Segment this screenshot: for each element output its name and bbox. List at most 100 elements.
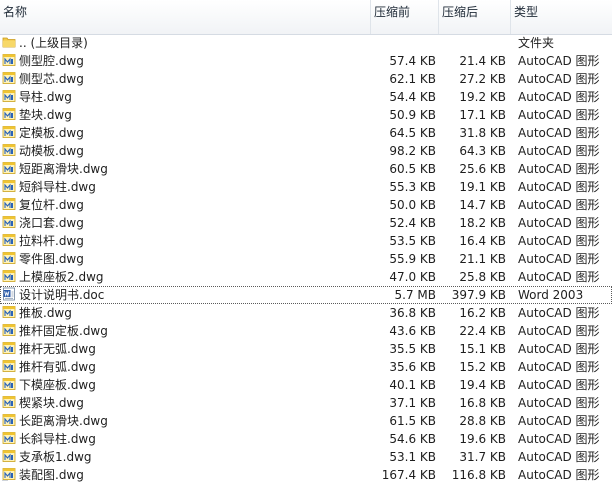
file-row[interactable]: 动模板.dwg 98.2 KB 64.3 KB AutoCAD 图形 bbox=[0, 142, 612, 160]
dwg-file-icon bbox=[2, 251, 16, 265]
column-header-type[interactable]: 类型 bbox=[510, 0, 612, 34]
file-name: 推杆固定板.dwg bbox=[19, 324, 108, 338]
size-after-cell: 28.8 KB bbox=[459, 414, 506, 428]
file-row[interactable]: 垫块.dwg 50.9 KB 17.1 KB AutoCAD 图形 bbox=[0, 106, 612, 124]
size-after-cell: 31.8 KB bbox=[459, 126, 506, 140]
file-type-cell: AutoCAD 图形 bbox=[518, 468, 600, 482]
size-after-cell: 19.2 KB bbox=[459, 90, 506, 104]
file-name: 推杆有弧.dwg bbox=[19, 360, 96, 374]
file-name-cell: 动模板.dwg bbox=[2, 142, 368, 160]
column-header-name[interactable]: 名称 bbox=[0, 0, 370, 34]
file-type-cell: 文件夹 bbox=[518, 36, 555, 50]
file-name-cell: 短斜导柱.dwg bbox=[2, 178, 368, 196]
file-name-cell: 楔紧块.dwg bbox=[2, 394, 368, 412]
file-row[interactable]: 支承板1.dwg 53.1 KB 31.7 KB AutoCAD 图形 bbox=[0, 448, 612, 466]
file-type-cell: AutoCAD 图形 bbox=[518, 180, 600, 194]
column-header-size-before[interactable]: 压缩前 bbox=[370, 0, 438, 34]
file-type-cell: Word 2003 bbox=[518, 288, 584, 302]
file-type-cell: AutoCAD 图形 bbox=[518, 414, 600, 428]
file-name-cell: 侧型芯.dwg bbox=[2, 70, 368, 88]
file-name-cell: 推板.dwg bbox=[2, 304, 368, 322]
dwg-file-icon bbox=[2, 305, 16, 319]
size-after-cell: 25.6 KB bbox=[459, 162, 506, 176]
file-type-cell: AutoCAD 图形 bbox=[518, 342, 600, 356]
file-row[interactable]: 推杆有弧.dwg 35.6 KB 15.2 KB AutoCAD 图形 bbox=[0, 358, 612, 376]
file-row[interactable]: 上模座板2.dwg 47.0 KB 25.8 KB AutoCAD 图形 bbox=[0, 268, 612, 286]
dwg-file-icon bbox=[2, 413, 16, 427]
size-before-cell: 47.0 KB bbox=[389, 270, 436, 284]
size-before-cell: 57.4 KB bbox=[389, 54, 436, 68]
dwg-file-icon bbox=[2, 161, 16, 175]
file-row[interactable]: 推杆无弧.dwg 35.5 KB 15.1 KB AutoCAD 图形 bbox=[0, 340, 612, 358]
size-before-cell: 167.4 KB bbox=[381, 468, 436, 482]
size-after-cell: 31.7 KB bbox=[459, 450, 506, 464]
file-row[interactable]: 长斜导柱.dwg 54.6 KB 19.6 KB AutoCAD 图形 bbox=[0, 430, 612, 448]
size-after-cell: 19.1 KB bbox=[459, 180, 506, 194]
size-before-cell: 61.5 KB bbox=[389, 414, 436, 428]
file-type-cell: AutoCAD 图形 bbox=[518, 252, 600, 266]
column-header-size-after[interactable]: 压缩后 bbox=[438, 0, 510, 34]
file-name: 上模座板2.dwg bbox=[19, 270, 104, 284]
file-type-cell: AutoCAD 图形 bbox=[518, 378, 600, 392]
file-name-cell: 推杆固定板.dwg bbox=[2, 322, 368, 340]
file-name: 侧型腔.dwg bbox=[19, 54, 84, 68]
word-file-icon bbox=[2, 287, 16, 301]
file-row[interactable]: 短斜导柱.dwg 55.3 KB 19.1 KB AutoCAD 图形 bbox=[0, 178, 612, 196]
file-name: 楔紧块.dwg bbox=[19, 396, 84, 410]
file-type-cell: AutoCAD 图形 bbox=[518, 306, 600, 320]
file-row[interactable]: 长距离滑块.dwg 61.5 KB 28.8 KB AutoCAD 图形 bbox=[0, 412, 612, 430]
file-type-cell: AutoCAD 图形 bbox=[518, 360, 600, 374]
size-after-cell: 116.8 KB bbox=[451, 468, 506, 482]
file-name-cell: 推杆无弧.dwg bbox=[2, 340, 368, 358]
file-name: 垫块.dwg bbox=[19, 108, 72, 122]
dwg-file-icon bbox=[2, 233, 16, 247]
file-row[interactable]: 装配图.dwg 167.4 KB 116.8 KB AutoCAD 图形 bbox=[0, 466, 612, 484]
file-row[interactable]: 导柱.dwg 54.4 KB 19.2 KB AutoCAD 图形 bbox=[0, 88, 612, 106]
file-row[interactable]: 零件图.dwg 55.9 KB 21.1 KB AutoCAD 图形 bbox=[0, 250, 612, 268]
file-name-cell: 装配图.dwg bbox=[2, 466, 368, 484]
size-before-cell: 40.1 KB bbox=[389, 378, 436, 392]
size-before-cell: 53.5 KB bbox=[389, 234, 436, 248]
parent-directory-row[interactable]: .. (上级目录) 文件夹 bbox=[0, 34, 612, 52]
file-row[interactable]: 侧型芯.dwg 62.1 KB 27.2 KB AutoCAD 图形 bbox=[0, 70, 612, 88]
file-name: .. (上级目录) bbox=[19, 36, 88, 50]
size-before-cell: 35.6 KB bbox=[389, 360, 436, 374]
file-name-cell: 零件图.dwg bbox=[2, 250, 368, 268]
size-before-cell: 52.4 KB bbox=[389, 216, 436, 230]
file-row[interactable]: 设计说明书.doc 5.7 MB 397.9 KB Word 2003 bbox=[0, 286, 612, 304]
file-name-cell: .. (上级目录) bbox=[2, 34, 368, 52]
file-name-cell: 设计说明书.doc bbox=[2, 286, 368, 304]
file-type-cell: AutoCAD 图形 bbox=[518, 450, 600, 464]
file-type-cell: AutoCAD 图形 bbox=[518, 108, 600, 122]
dwg-file-icon bbox=[2, 107, 16, 121]
file-row[interactable]: 短距离滑块.dwg 60.5 KB 25.6 KB AutoCAD 图形 bbox=[0, 160, 612, 178]
dwg-file-icon bbox=[2, 449, 16, 463]
file-name-cell: 侧型腔.dwg bbox=[2, 52, 368, 70]
size-before-cell: 64.5 KB bbox=[389, 126, 436, 140]
file-name: 下模座板.dwg bbox=[19, 378, 96, 392]
file-row[interactable]: 侧型腔.dwg 57.4 KB 21.4 KB AutoCAD 图形 bbox=[0, 52, 612, 70]
file-name-cell: 上模座板2.dwg bbox=[2, 268, 368, 286]
dwg-file-icon bbox=[2, 377, 16, 391]
file-row[interactable]: 楔紧块.dwg 37.1 KB 16.8 KB AutoCAD 图形 bbox=[0, 394, 612, 412]
file-row[interactable]: 拉料杆.dwg 53.5 KB 16.4 KB AutoCAD 图形 bbox=[0, 232, 612, 250]
file-name: 复位杆.dwg bbox=[19, 198, 84, 212]
file-name: 短斜导柱.dwg bbox=[19, 180, 96, 194]
file-name: 定模板.dwg bbox=[19, 126, 84, 140]
file-row[interactable]: 定模板.dwg 64.5 KB 31.8 KB AutoCAD 图形 bbox=[0, 124, 612, 142]
size-before-cell: 50.9 KB bbox=[389, 108, 436, 122]
file-row[interactable]: 下模座板.dwg 40.1 KB 19.4 KB AutoCAD 图形 bbox=[0, 376, 612, 394]
file-row[interactable]: 推杆固定板.dwg 43.6 KB 22.4 KB AutoCAD 图形 bbox=[0, 322, 612, 340]
size-before-cell: 53.1 KB bbox=[389, 450, 436, 464]
file-row[interactable]: 浇口套.dwg 52.4 KB 18.2 KB AutoCAD 图形 bbox=[0, 214, 612, 232]
file-type-cell: AutoCAD 图形 bbox=[518, 54, 600, 68]
file-type-cell: AutoCAD 图形 bbox=[518, 198, 600, 212]
file-name: 动模板.dwg bbox=[19, 144, 84, 158]
file-row[interactable]: 推板.dwg 36.8 KB 16.2 KB AutoCAD 图形 bbox=[0, 304, 612, 322]
dwg-file-icon bbox=[2, 53, 16, 67]
file-name: 侧型芯.dwg bbox=[19, 72, 84, 86]
file-type-cell: AutoCAD 图形 bbox=[518, 396, 600, 410]
dwg-file-icon bbox=[2, 323, 16, 337]
file-row[interactable]: 复位杆.dwg 50.0 KB 14.7 KB AutoCAD 图形 bbox=[0, 196, 612, 214]
file-type-cell: AutoCAD 图形 bbox=[518, 216, 600, 230]
